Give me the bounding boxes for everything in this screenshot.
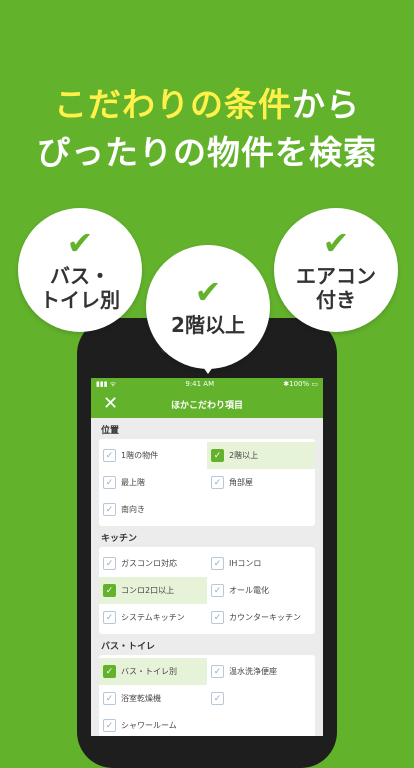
bubble-tail bbox=[198, 360, 218, 374]
condition-sections: 位置 ✓ 1階の物件 ✓ 2階以上 ✓ 最上階 ✓ 角部屋 ✓ 南向きキッチン ✓ ガスコンロ対応 ✓ IH… bbox=[91, 418, 323, 736]
section-title: バス・トイレ bbox=[101, 642, 156, 652]
status-time: 9:41 AM bbox=[185, 380, 215, 388]
section-title: 位置 bbox=[101, 426, 120, 436]
options-card: ✓ バス・トイレ別 ✓ 温水洗浄便座 ✓ 浴室乾燥機 ✓ ✓ シャワールーム bbox=[99, 655, 315, 736]
phone-screen: ▮▮▮ ᯤ 9:41 AM ✱100% ▭ ✕ ほかこだわり項目 位置 ✓ 1階の物… bbox=[91, 378, 323, 736]
check-icon: ✔ bbox=[66, 224, 94, 262]
check-icon: ✔ bbox=[322, 224, 350, 262]
bubble-label: エアコン 付き bbox=[296, 264, 376, 312]
checkbox-icon[interactable]: ✓ bbox=[103, 665, 116, 678]
headline-line1-rest: から bbox=[292, 85, 360, 124]
option-checkbox[interactable]: ✓ 温水洗浄便座 bbox=[207, 658, 315, 685]
section-title: キッチン bbox=[101, 534, 138, 544]
headline-line1: こだわりの条件から bbox=[0, 78, 414, 126]
checkbox-icon[interactable]: ✓ bbox=[103, 692, 116, 705]
option-checkbox[interactable]: ✓ システムキッチン bbox=[99, 604, 207, 631]
bubble-air-conditioner: ✔ エアコン 付き bbox=[274, 208, 398, 332]
option-label: IHコンロ bbox=[229, 559, 262, 568]
option-checkbox[interactable]: ✓ 南向き bbox=[99, 496, 207, 523]
checkbox-icon[interactable]: ✓ bbox=[211, 476, 224, 489]
checkbox-icon[interactable]: ✓ bbox=[211, 584, 224, 597]
checkbox-icon[interactable]: ✓ bbox=[103, 503, 116, 516]
battery-indicator: ✱100% ▭ bbox=[283, 380, 318, 388]
checkbox-icon[interactable]: ✓ bbox=[211, 449, 224, 462]
option-label: 最上階 bbox=[121, 478, 145, 487]
option-label: コンロ2口以上 bbox=[121, 586, 175, 595]
option-label: ガスコンロ対応 bbox=[121, 559, 177, 568]
option-checkbox[interactable]: ✓ IHコンロ bbox=[207, 550, 315, 577]
option-checkbox[interactable]: ✓ コンロ2口以上 bbox=[99, 577, 207, 604]
option-label: 南向き bbox=[121, 505, 145, 514]
option-label: カウンターキッチン bbox=[229, 613, 301, 622]
signal-wifi-icon: ▮▮▮ ᯤ bbox=[96, 379, 117, 388]
headline-line2: ぴったりの物件を検索 bbox=[37, 133, 377, 172]
checkbox-icon[interactable]: ✓ bbox=[103, 449, 116, 462]
nav-bar: ✕ ほかこだわり項目 bbox=[91, 390, 323, 418]
checkbox-icon[interactable]: ✓ bbox=[211, 665, 224, 678]
option-checkbox[interactable]: ✓ バス・トイレ別 bbox=[99, 658, 207, 685]
bubble-label: 2階以上 bbox=[171, 313, 245, 337]
options-card: ✓ 1階の物件 ✓ 2階以上 ✓ 最上階 ✓ 角部屋 ✓ 南向き bbox=[99, 439, 315, 526]
headline-highlight: こだわりの条件 bbox=[54, 85, 292, 124]
status-bar: ▮▮▮ ᯤ 9:41 AM ✱100% ▭ bbox=[91, 378, 323, 390]
close-icon[interactable]: ✕ bbox=[103, 395, 118, 413]
checkbox-icon[interactable]: ✓ bbox=[103, 557, 116, 570]
option-checkbox[interactable]: ✓ 角部屋 bbox=[207, 469, 315, 496]
checkbox-icon[interactable]: ✓ bbox=[211, 692, 224, 705]
option-label: 浴室乾燥機 bbox=[121, 694, 161, 703]
bubble-label: バス・ トイレ別 bbox=[40, 264, 120, 312]
checkbox-icon[interactable]: ✓ bbox=[211, 611, 224, 624]
option-label: シャワールーム bbox=[121, 721, 177, 730]
option-checkbox[interactable]: ✓ 2階以上 bbox=[207, 442, 315, 469]
option-label: 温水洗浄便座 bbox=[229, 667, 277, 676]
bubble-second-floor: ✔ 2階以上 bbox=[146, 245, 270, 369]
bubble-bath-toilet: ✔ バス・ トイレ別 bbox=[18, 208, 142, 332]
option-checkbox[interactable]: ✓ ガスコンロ対応 bbox=[99, 550, 207, 577]
check-icon: ✔ bbox=[194, 273, 222, 311]
option-checkbox[interactable]: ✓ カウンターキッチン bbox=[207, 604, 315, 631]
option-label: 1階の物件 bbox=[121, 451, 159, 460]
option-label: 角部屋 bbox=[229, 478, 253, 487]
option-label: オール電化 bbox=[229, 586, 269, 595]
option-checkbox[interactable]: ✓ 最上階 bbox=[99, 469, 207, 496]
checkbox-icon[interactable]: ✓ bbox=[103, 719, 116, 732]
nav-title: ほかこだわり項目 bbox=[170, 400, 243, 411]
option-label: システムキッチン bbox=[121, 613, 185, 622]
options-card: ✓ ガスコンロ対応 ✓ IHコンロ ✓ コンロ2口以上 ✓ オール電化 ✓ システムキッチン ✓ カウ… bbox=[99, 547, 315, 634]
option-checkbox[interactable]: ✓ bbox=[207, 685, 315, 712]
option-label: 2階以上 bbox=[229, 451, 259, 460]
option-checkbox[interactable]: ✓ シャワールーム bbox=[99, 712, 207, 736]
checkbox-icon[interactable]: ✓ bbox=[103, 584, 116, 597]
checkbox-icon[interactable]: ✓ bbox=[211, 557, 224, 570]
checkbox-icon[interactable]: ✓ bbox=[103, 611, 116, 624]
option-checkbox[interactable]: ✓ オール電化 bbox=[207, 577, 315, 604]
option-label: バス・トイレ別 bbox=[121, 667, 177, 676]
option-checkbox[interactable]: ✓ 1階の物件 bbox=[99, 442, 207, 469]
option-checkbox[interactable]: ✓ 浴室乾燥機 bbox=[99, 685, 207, 712]
checkbox-icon[interactable]: ✓ bbox=[103, 476, 116, 489]
